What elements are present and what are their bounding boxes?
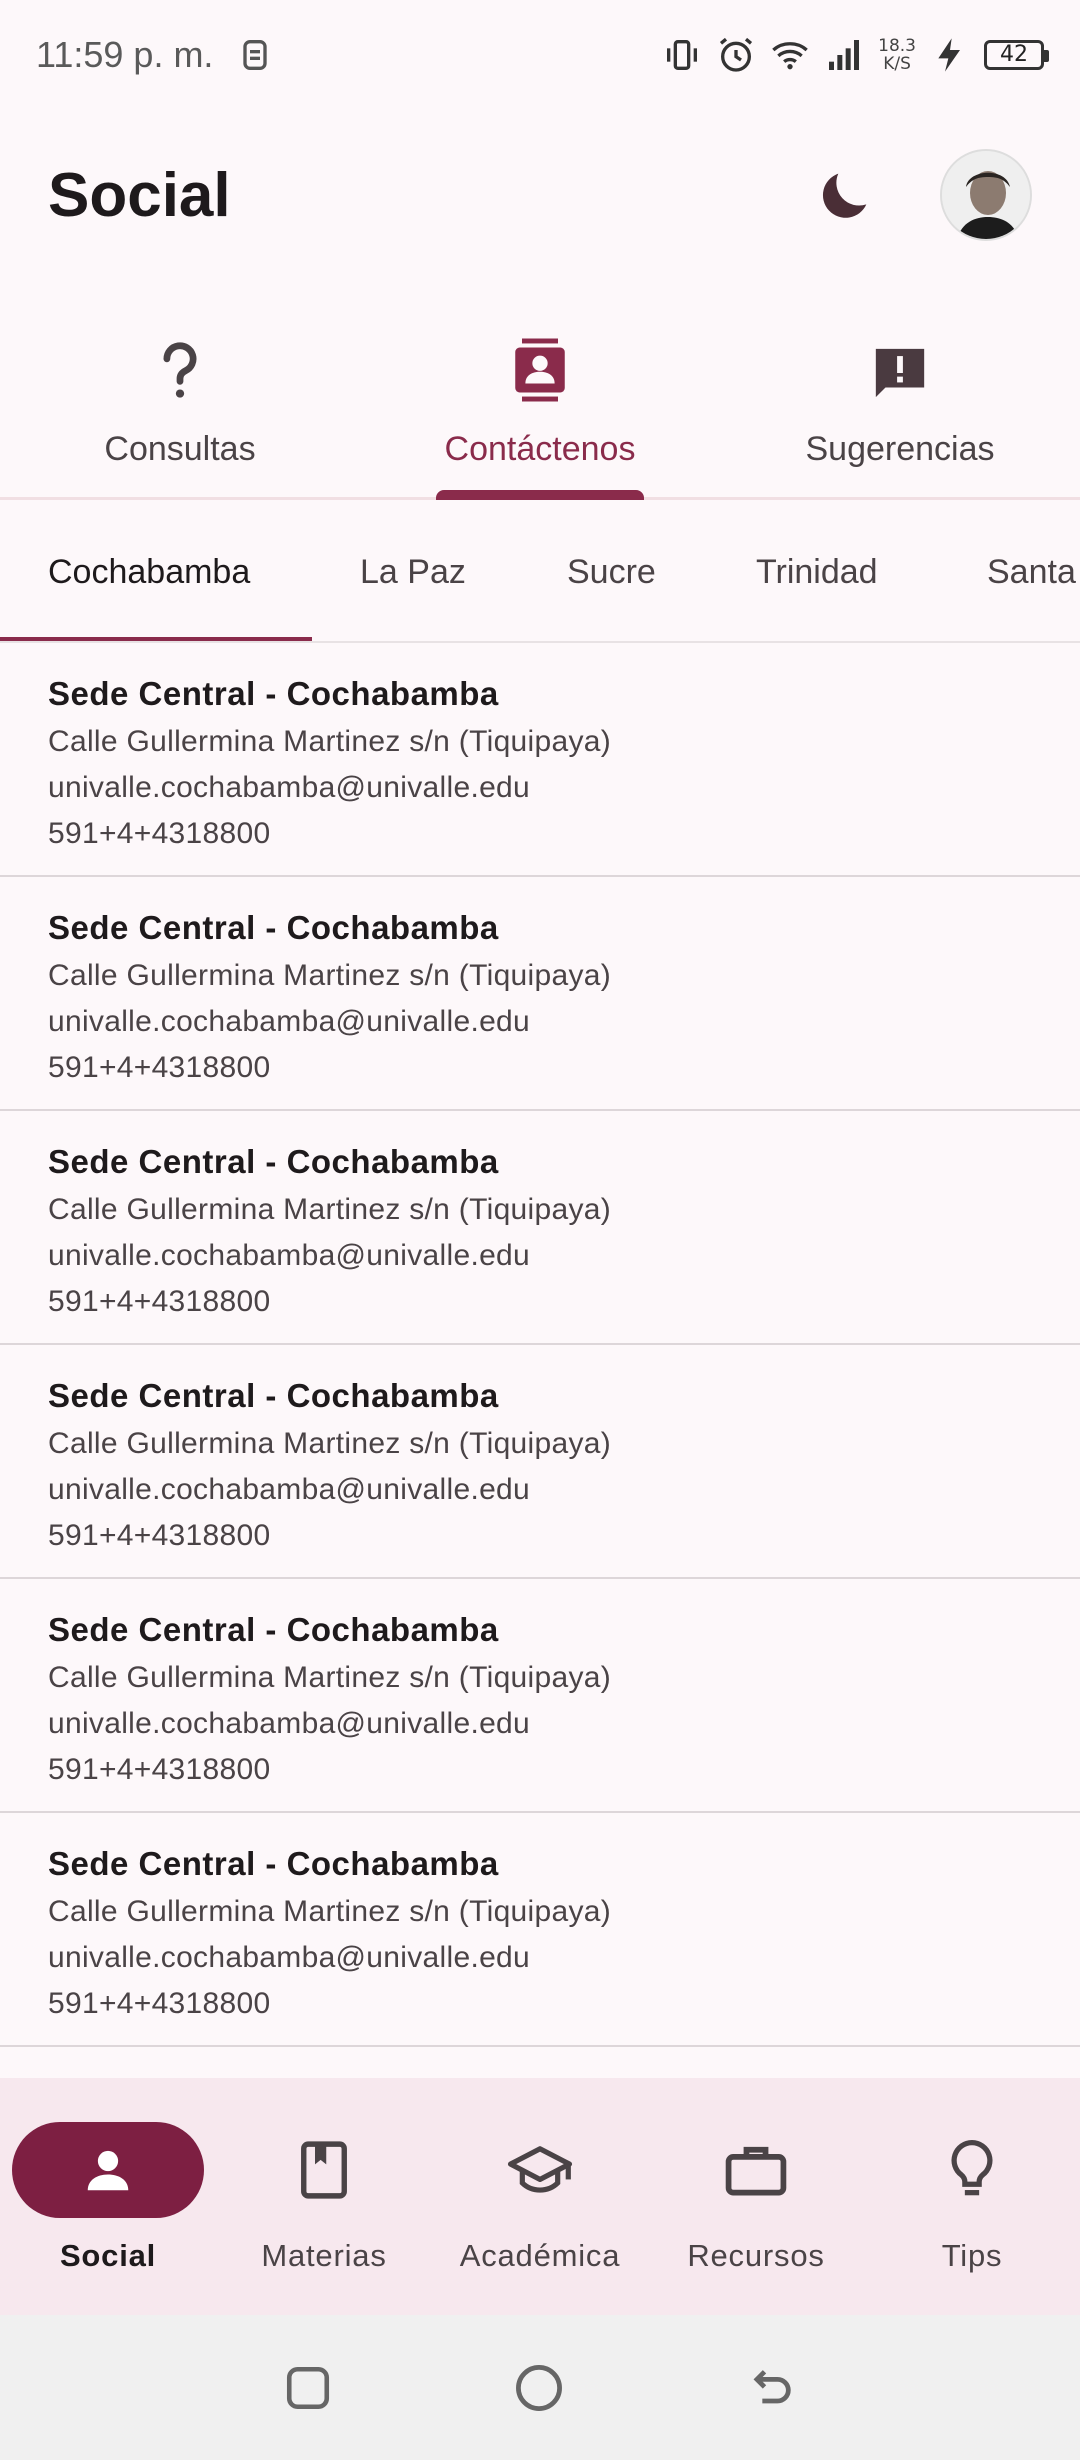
- list-item[interactable]: Sede Central - Cochabamba Calle Gullermi…: [0, 1111, 1080, 1345]
- contact-address: Calle Gullermina Martinez s/n (Tiquipaya…: [48, 1661, 612, 1694]
- wifi-icon: [772, 42, 808, 70]
- section-tabs: Consultas Contáctenos Sugerencias: [0, 300, 1080, 500]
- theme-toggle-button[interactable]: [800, 150, 890, 240]
- page-title: Social: [48, 160, 231, 230]
- contact-phone[interactable]: 591+4+4318800: [48, 1747, 1032, 1793]
- recents-icon[interactable]: [283, 2363, 333, 2413]
- net-speed: 18.3 K/S: [878, 36, 916, 74]
- feedback-icon: [875, 348, 925, 398]
- vibrate-icon: [667, 40, 698, 70]
- tab-consultas[interactable]: Consultas: [0, 300, 360, 497]
- contact-address: Calle Gullermina Martinez s/n (Tiquipaya…: [48, 725, 612, 758]
- list-item[interactable]: Sede Central - Cochabamba Calle Gullermi…: [0, 877, 1080, 1111]
- list-item[interactable]: Sede Central - Cochabamba Calle Gullermi…: [0, 1813, 1080, 2047]
- tab-label: Consultas: [104, 430, 256, 468]
- charging-icon: [938, 38, 960, 72]
- contact-email[interactable]: univalle.cochabamba@univalle.edu: [48, 1233, 1032, 1279]
- nav-label: Tips: [941, 2238, 1003, 2273]
- contact-title: Sede Central - Cochabamba: [48, 1143, 499, 1180]
- tab-label: Contáctenos: [444, 430, 636, 468]
- contact-email[interactable]: univalle.cochabamba@univalle.edu: [48, 1467, 1032, 1513]
- nav-label: Materias: [261, 2238, 387, 2273]
- contact-title: Sede Central - Cochabamba: [48, 1845, 499, 1882]
- contact-phone[interactable]: 591+4+4318800: [48, 811, 1032, 857]
- sim-card-icon: [243, 40, 268, 70]
- contact-phone[interactable]: 591+4+4318800: [48, 1045, 1032, 1091]
- contact-title: Sede Central - Cochabamba: [48, 1377, 499, 1414]
- contact-title: Sede Central - Cochabamba: [48, 909, 499, 946]
- status-time: 11:59 p. m.: [36, 34, 214, 75]
- nav-item-academica[interactable]: Académica: [432, 2078, 648, 2315]
- list-item[interactable]: Sede Central - Cochabamba Calle Gullermi…: [0, 1345, 1080, 1579]
- system-navigation: [0, 2315, 1080, 2460]
- contact-phone[interactable]: 591+4+4318800: [48, 1981, 1032, 2027]
- contact-email[interactable]: univalle.cochabamba@univalle.edu: [48, 765, 1032, 811]
- avatar[interactable]: [940, 149, 1032, 241]
- book-icon: [301, 2141, 347, 2199]
- user-avatar: [942, 151, 1030, 239]
- tab-label: Sugerencias: [805, 430, 995, 468]
- contact-phone[interactable]: 591+4+4318800: [48, 1513, 1032, 1559]
- home-icon[interactable]: [513, 2362, 565, 2414]
- contact-address: Calle Gullermina Martinez s/n (Tiquipaya…: [48, 959, 612, 992]
- contact-title: Sede Central - Cochabamba: [48, 1611, 499, 1648]
- battery-indicator: 42: [984, 40, 1049, 70]
- contact-address: Calle Gullermina Martinez s/n (Tiquipaya…: [48, 1895, 612, 1928]
- contact-email[interactable]: univalle.cochabamba@univalle.edu: [48, 1701, 1032, 1747]
- contact-phone[interactable]: 591+4+4318800: [48, 1279, 1032, 1325]
- contact-card-icon: [515, 338, 565, 402]
- contact-address: Calle Gullermina Martinez s/n (Tiquipaya…: [48, 1427, 612, 1460]
- contact-address: Calle Gullermina Martinez s/n (Tiquipaya…: [48, 1193, 612, 1226]
- alarm-icon: [720, 37, 753, 72]
- back-icon[interactable]: [745, 2362, 797, 2414]
- nav-label: Recursos: [687, 2238, 825, 2273]
- city-tabs: Cochabamba La Paz Sucre Trinidad Santa: [0, 503, 1080, 643]
- nav-label: Académica: [459, 2238, 621, 2273]
- question-mark-icon: [163, 342, 197, 398]
- contact-email[interactable]: univalle.cochabamba@univalle.edu: [48, 999, 1032, 1045]
- nav-label: Social: [59, 2238, 157, 2273]
- app-bar: Social: [0, 130, 1080, 260]
- contact-title: Sede Central - Cochabamba: [48, 675, 499, 712]
- signal-icon: [829, 40, 860, 70]
- contact-email[interactable]: univalle.cochabamba@univalle.edu: [48, 1935, 1032, 1981]
- lightbulb-icon: [951, 2139, 993, 2196]
- city-tab-cochabamba[interactable]: Cochabamba: [48, 503, 250, 641]
- graduation-cap-icon: [507, 2146, 573, 2193]
- city-tab-santa[interactable]: Santa: [987, 503, 1076, 641]
- city-tab-trinidad[interactable]: Trinidad: [756, 503, 878, 641]
- list-item[interactable]: Sede Central - Cochabamba Calle Gullermi…: [0, 643, 1080, 877]
- status-bar: 11:59 p. m. 18.3 K/S 42: [0, 0, 1080, 110]
- person-icon: [87, 2150, 129, 2191]
- nav-item-recursos[interactable]: Recursos: [648, 2078, 864, 2315]
- contact-list: Sede Central - Cochabamba Calle Gullermi…: [0, 643, 1080, 2047]
- briefcase-icon: [725, 2146, 787, 2196]
- city-tab-sucre[interactable]: Sucre: [567, 503, 656, 641]
- nav-item-social[interactable]: Social: [0, 2078, 216, 2315]
- city-tab-la-paz[interactable]: La Paz: [360, 503, 466, 641]
- nav-item-materias[interactable]: Materias: [216, 2078, 432, 2315]
- nav-item-tips[interactable]: Tips: [864, 2078, 1080, 2315]
- tab-contactenos[interactable]: Contáctenos: [360, 300, 720, 497]
- list-item[interactable]: Sede Central - Cochabamba Calle Gullermi…: [0, 1579, 1080, 1813]
- moon-icon: [822, 173, 867, 218]
- bottom-navigation: Social Materias Académica Recursos Tips: [0, 2078, 1080, 2315]
- tab-sugerencias[interactable]: Sugerencias: [720, 300, 1080, 497]
